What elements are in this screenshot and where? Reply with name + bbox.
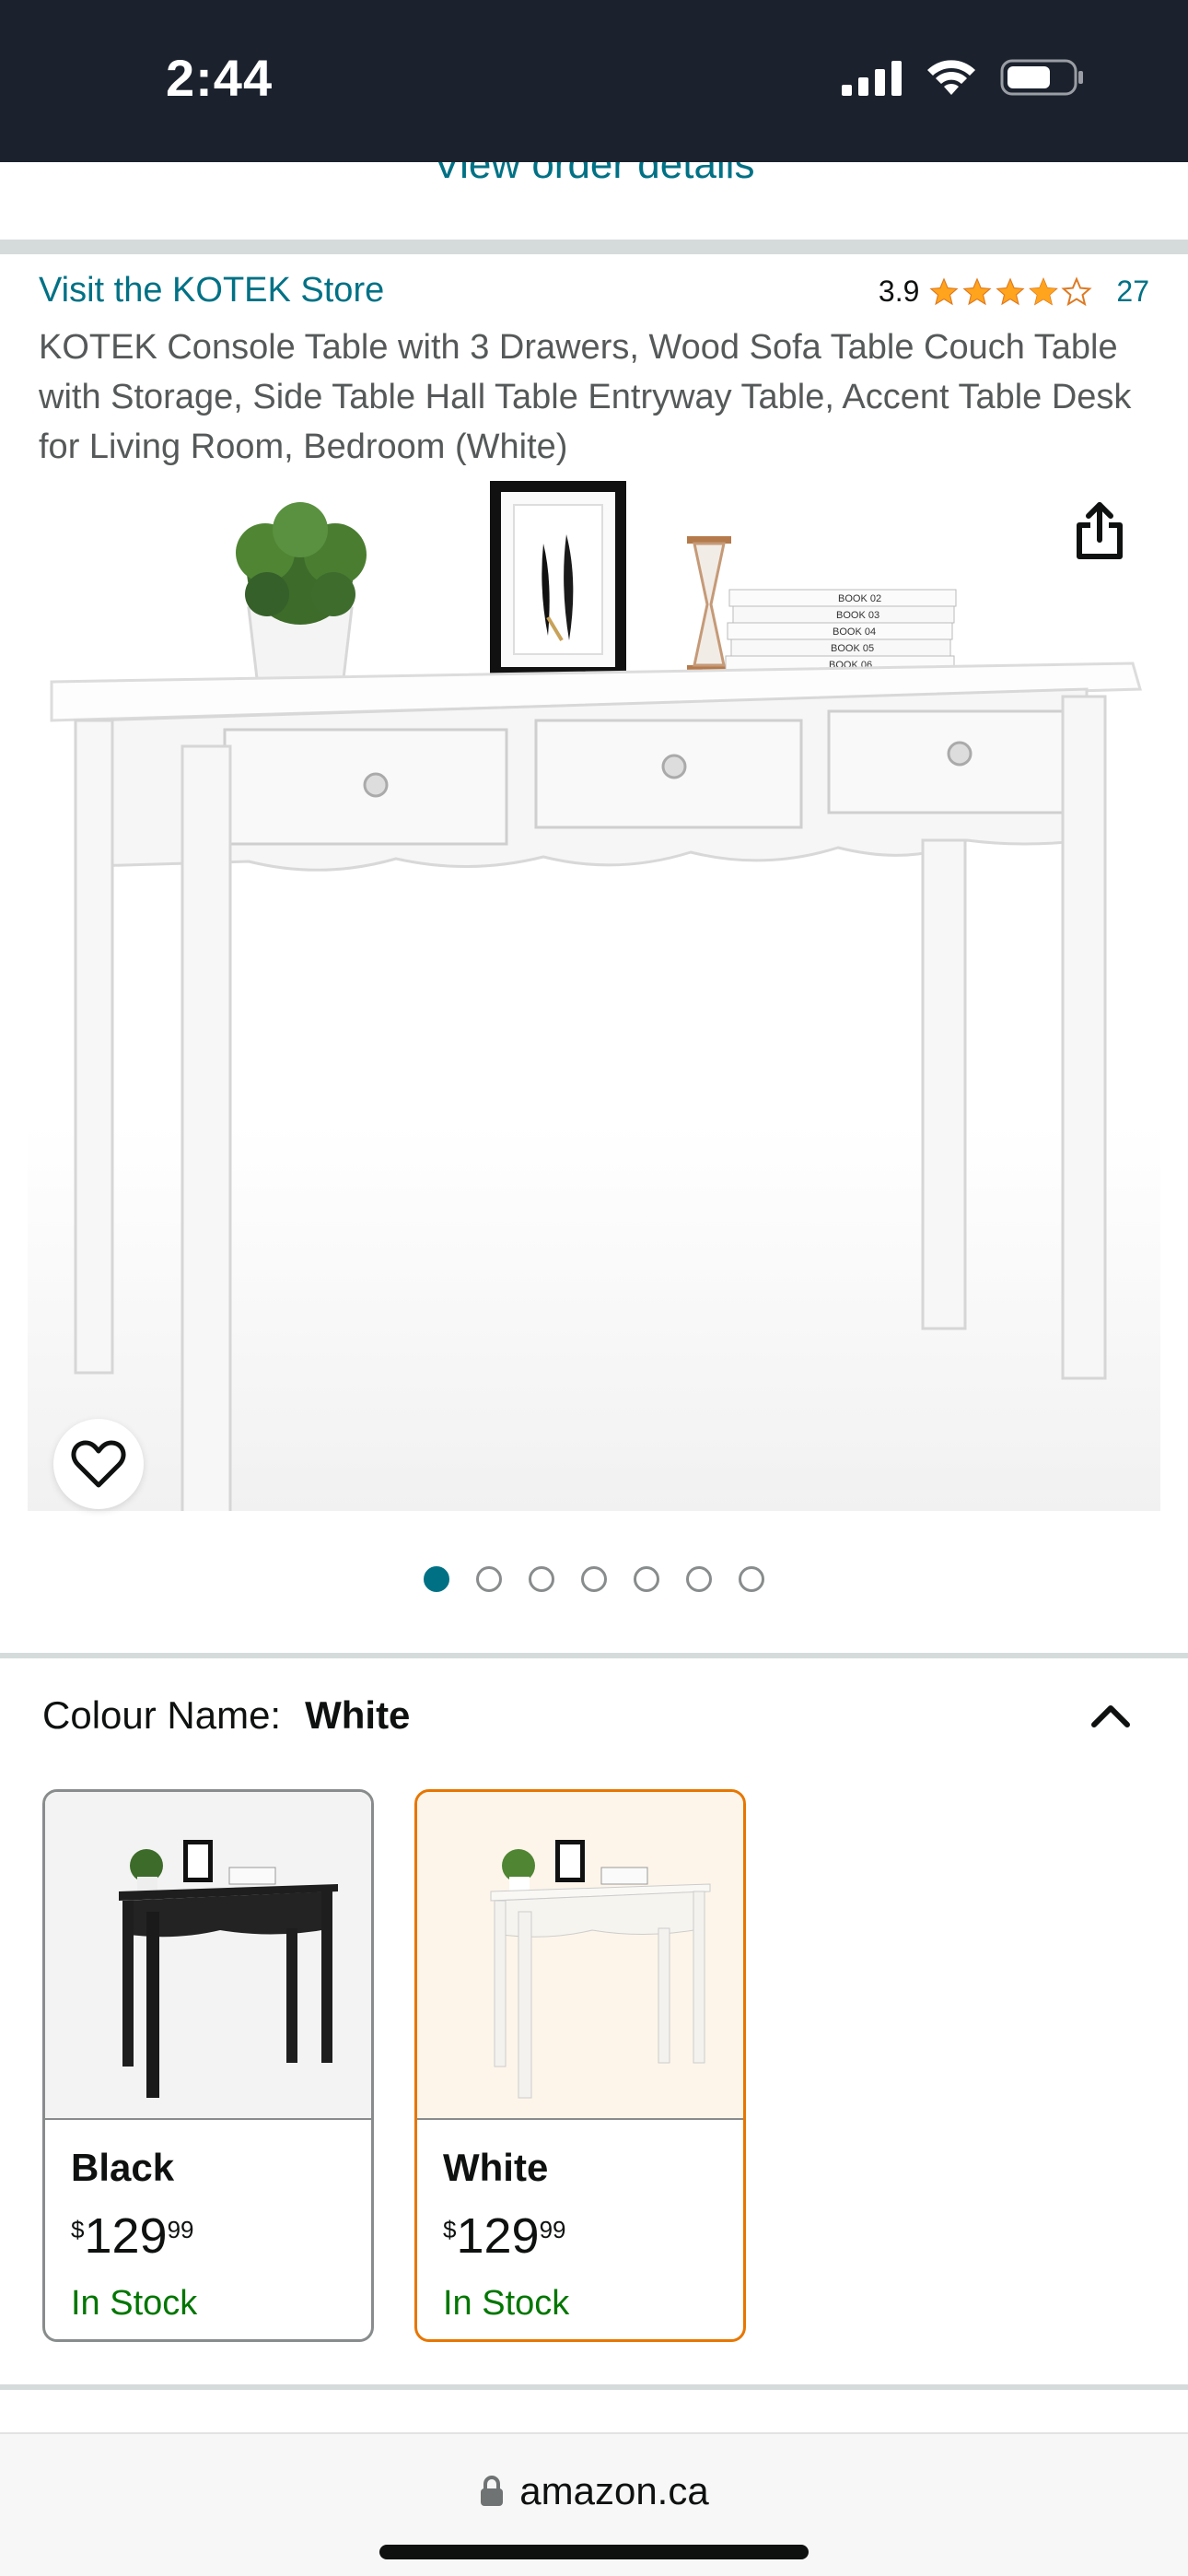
option-price: $ 129 99 xyxy=(443,2208,566,2264)
review-count-link[interactable]: 27 xyxy=(1116,275,1149,309)
share-icon xyxy=(1077,502,1123,559)
carousel-dot[interactable] xyxy=(686,1566,712,1592)
url-display[interactable]: amazon.ca xyxy=(0,2469,1188,2513)
option-name: Black xyxy=(71,2146,175,2189)
price-currency: $ xyxy=(71,2216,85,2243)
section-divider xyxy=(0,2384,1188,2390)
star-empty-icon xyxy=(1061,275,1092,306)
product-title: KOTEK Console Table with 3 Drawers, Wood… xyxy=(39,328,1132,466)
star-rating xyxy=(928,275,1092,308)
share-button[interactable] xyxy=(1066,498,1133,564)
rating-summary[interactable]: 3.9 27 xyxy=(879,275,1149,309)
lock-icon xyxy=(481,2476,504,2506)
price-fraction: 99 xyxy=(539,2216,566,2243)
swatch-image-white xyxy=(417,1792,743,2120)
carousel-dot[interactable] xyxy=(529,1566,554,1592)
chevron-up-icon xyxy=(1091,1705,1130,1727)
price-currency: $ xyxy=(443,2216,457,2243)
view-order-details-link[interactable]: View order details xyxy=(0,162,1188,188)
book-spine-label: BOOK 02 xyxy=(838,593,881,604)
collapse-colour-button[interactable] xyxy=(1085,1690,1136,1741)
battery-icon xyxy=(1000,59,1083,96)
price-whole: 129 xyxy=(456,2208,540,2264)
stock-status: In Stock xyxy=(71,2284,198,2323)
star-full-icon xyxy=(929,276,959,305)
cellular-signal-icon xyxy=(842,61,902,96)
carousel-dot-active[interactable] xyxy=(424,1566,449,1592)
product-image[interactable]: BOOK 02 BOOK 03 BOOK 04 BOOK 05 BOOK 06 xyxy=(28,479,1160,1522)
status-time: 2:44 xyxy=(166,49,274,107)
colour-option-black[interactable]: Black $ 129 99 In Stock xyxy=(42,1789,374,2342)
plant-decor xyxy=(236,502,367,695)
swatch-image-black xyxy=(45,1792,371,2120)
books-decor: BOOK 02 BOOK 03 BOOK 04 BOOK 05 BOOK 06 xyxy=(725,589,957,673)
colour-name-label: Colour Name: White xyxy=(42,1693,410,1738)
book-spine-label: BOOK 05 xyxy=(831,643,874,654)
section-divider xyxy=(0,1653,1188,1658)
wifi-icon xyxy=(927,60,975,95)
carousel-dot[interactable] xyxy=(739,1566,764,1592)
status-icons xyxy=(842,57,1085,98)
price-fraction: 99 xyxy=(167,2216,194,2243)
book-spine-label: BOOK 03 xyxy=(836,610,879,621)
star-full-icon xyxy=(996,276,1025,305)
carousel-dot[interactable] xyxy=(634,1566,659,1592)
heart-icon xyxy=(71,1440,126,1488)
hourglass-decor xyxy=(687,536,731,673)
colour-label-text: Colour Name: xyxy=(42,1693,282,1737)
carousel-dot[interactable] xyxy=(581,1566,607,1592)
option-name: White xyxy=(443,2146,549,2189)
stock-status: In Stock xyxy=(443,2284,570,2323)
rating-value: 3.9 xyxy=(878,275,920,308)
carousel-dot[interactable] xyxy=(476,1566,502,1592)
order-details-strip: View order details xyxy=(0,162,1188,240)
add-to-wishlist-button[interactable] xyxy=(53,1419,144,1509)
book-spine-label: BOOK 04 xyxy=(833,626,876,638)
star-full-icon xyxy=(962,276,992,305)
section-divider xyxy=(0,240,1188,254)
visit-store-link[interactable]: Visit the KOTEK Store xyxy=(39,271,384,310)
url-text: amazon.ca xyxy=(519,2469,709,2512)
image-carousel-dots xyxy=(0,1566,1188,1592)
option-price: $ 129 99 xyxy=(71,2208,194,2264)
colour-selected-value: White xyxy=(305,1693,411,1737)
star-mostly-full-icon xyxy=(1029,276,1059,306)
frame-decor xyxy=(490,481,626,678)
colour-option-white[interactable]: White $ 129 99 In Stock xyxy=(414,1789,746,2342)
browser-address-bar[interactable]: amazon.ca xyxy=(0,2432,1188,2576)
status-bar: 2:44 xyxy=(0,0,1188,162)
price-whole: 129 xyxy=(84,2208,168,2264)
home-indicator[interactable] xyxy=(379,2545,809,2559)
